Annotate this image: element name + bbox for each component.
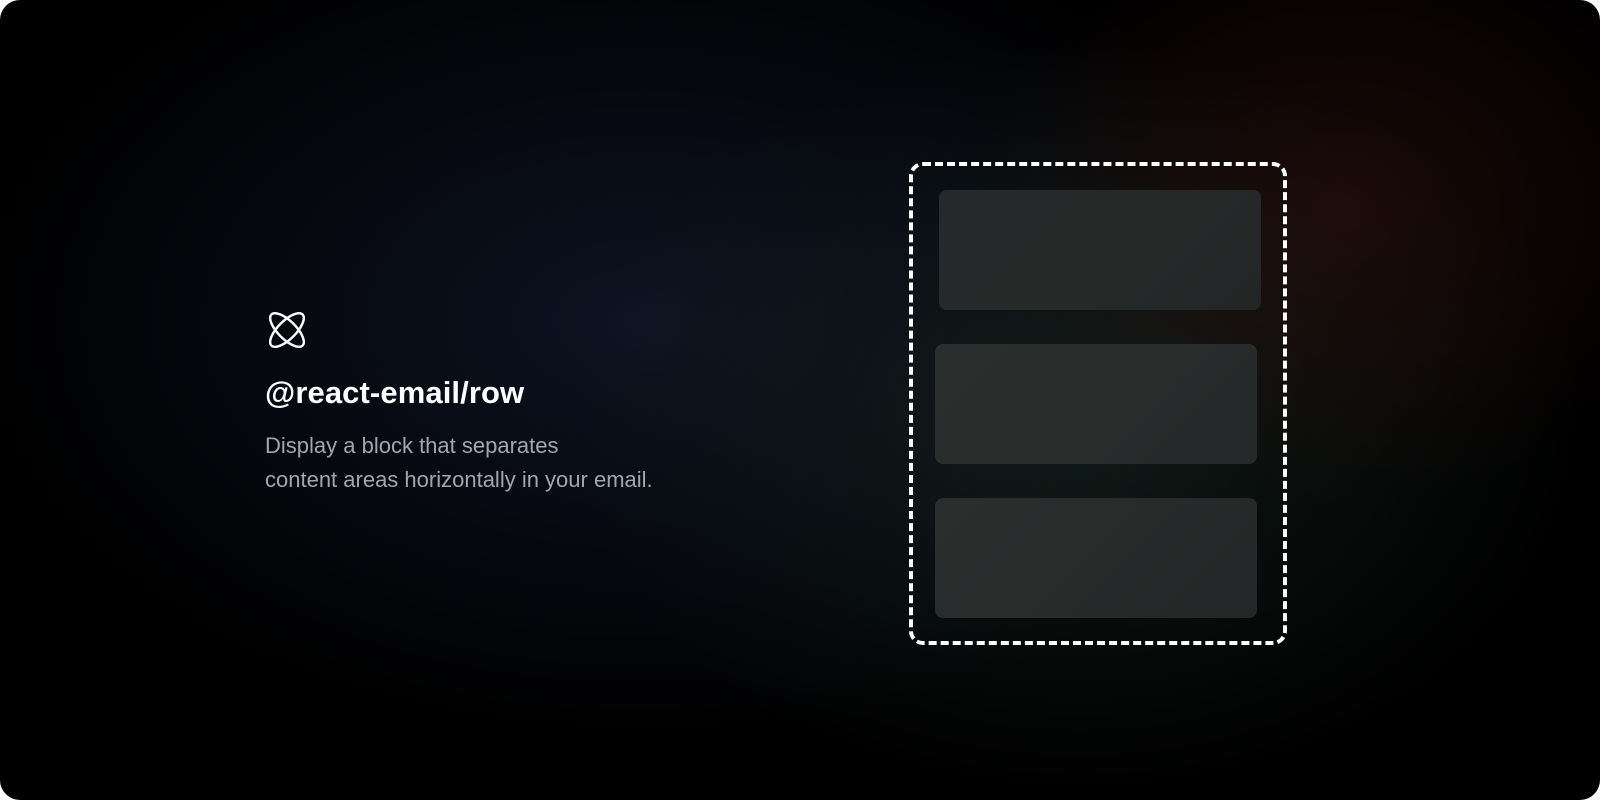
component-info: @react-email/row Display a block that se… [265, 308, 765, 497]
description-line-1: Display a block that separates [265, 433, 559, 458]
row-block [939, 190, 1261, 310]
component-description: Display a block that separates content a… [265, 429, 765, 497]
description-line-2: content areas horizontally in your email… [265, 467, 653, 492]
component-title: @react-email/row [265, 375, 525, 410]
row-block [935, 344, 1257, 464]
row-block [935, 498, 1257, 618]
feature-card: @react-email/row Display a block that se… [0, 0, 1600, 800]
react-atom-icon [265, 308, 309, 352]
